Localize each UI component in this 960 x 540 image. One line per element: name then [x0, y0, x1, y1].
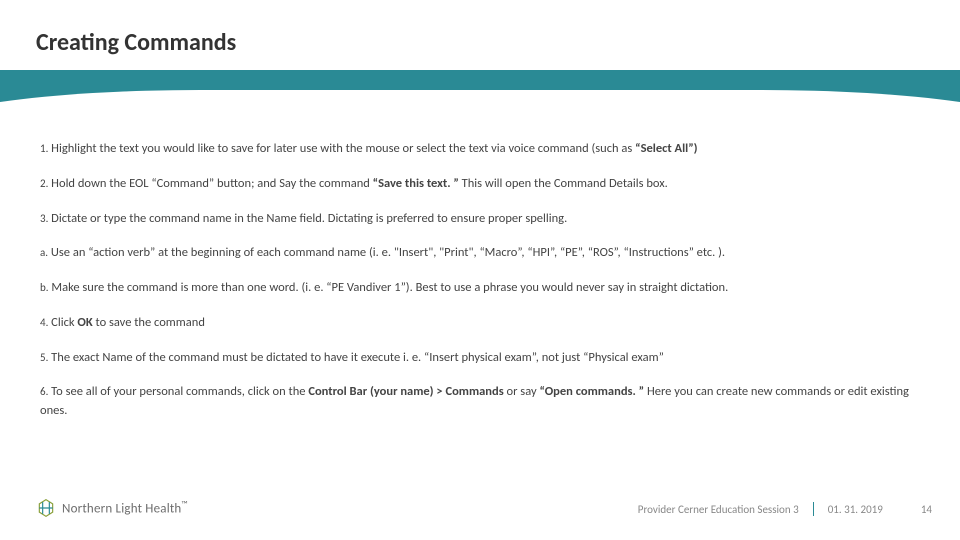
brand-logo: Northern Light Health™	[36, 498, 188, 518]
footer-right: Provider Cerner Education Session 3 01. …	[638, 502, 932, 516]
list-item: 5. The exact Name of the command must be…	[40, 349, 920, 368]
page-number: 14	[921, 503, 932, 516]
item-bold: OK	[77, 315, 92, 330]
list-item: 1. Highlight the text you would like to …	[40, 140, 920, 159]
list-item: 3. Dictate or type the command name in t…	[40, 210, 920, 229]
trademark-symbol: ™	[181, 499, 188, 510]
item-text: or say	[504, 384, 540, 399]
item-text: Use an “action verb” at the beginning of…	[48, 245, 725, 260]
content-body: 1. Highlight the text you would like to …	[40, 140, 920, 437]
item-text: Highlight the text you would like to sav…	[48, 141, 635, 156]
item-text: Dictate or type the command name in the …	[48, 211, 567, 226]
page-title: Creating Commands	[36, 28, 236, 57]
footer: Northern Light Health™ Provider Cerner E…	[0, 496, 960, 526]
slide: Creating Commands 1. Highlight the text …	[0, 0, 960, 540]
item-text: The exact Name of the command must be di…	[48, 350, 663, 365]
item-text: Click	[48, 315, 77, 330]
list-item: b. Make sure the command is more than on…	[40, 279, 920, 298]
item-text: Make sure the command is more than one w…	[49, 280, 729, 295]
footer-session: Provider Cerner Education Session 3	[638, 503, 799, 516]
item-prefix: b.	[40, 281, 49, 294]
footer-date: 01. 31. 2019	[828, 503, 883, 516]
footer-separator	[813, 502, 814, 516]
item-text: Hold down the EOL “Command” button; and …	[48, 176, 372, 191]
logo-mark-icon	[36, 498, 56, 518]
list-item: 6. To see all of your personal commands,…	[40, 383, 920, 421]
item-prefix: a.	[40, 246, 48, 259]
list-item: a. Use an “action verb” at the beginning…	[40, 244, 920, 263]
item-bold: Control Bar (your name) > Commands	[308, 384, 503, 399]
item-bold: “Save this text. ”	[373, 176, 459, 191]
logo-text: Northern Light Health™	[62, 499, 188, 516]
item-bold: “Select All”)	[635, 141, 697, 156]
item-text: to save the command	[93, 315, 205, 330]
item-text: To see all of your personal commands, cl…	[48, 384, 308, 399]
logo-name: Northern Light Health	[62, 502, 181, 517]
item-bold: “Open commands. ”	[539, 384, 644, 399]
list-item: 4. Click OK to save the command	[40, 314, 920, 333]
item-text: This will open the Command Details box.	[459, 176, 668, 191]
list-item: 2. Hold down the EOL “Command” button; a…	[40, 175, 920, 194]
